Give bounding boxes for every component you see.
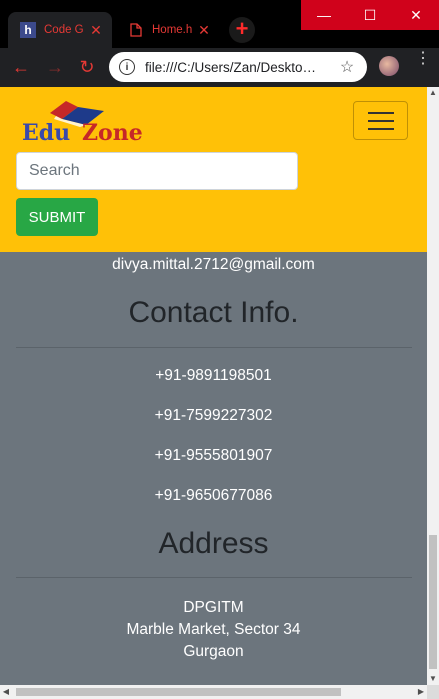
bookmark-star-icon[interactable]: ☆ xyxy=(337,57,357,77)
profile-avatar[interactable] xyxy=(379,56,399,76)
address-heading: Address xyxy=(158,527,269,560)
back-button[interactable]: ← xyxy=(10,56,32,78)
search-input[interactable] xyxy=(16,152,298,190)
site-navbar: Edu Zone SUBMIT xyxy=(0,87,427,252)
close-tab-icon[interactable]: ✕ xyxy=(88,22,104,39)
address-text[interactable]: file:///C:/Users/Zan/Deskto… xyxy=(145,60,337,75)
divider xyxy=(16,347,412,348)
tab-home[interactable]: Home.h ✕ xyxy=(116,12,220,48)
minimize-button[interactable]: — xyxy=(301,0,347,30)
browser-chrome: h Code G ✕ Home.h ✕ + — ☐ ✕ ← → ↻ i file… xyxy=(0,0,439,87)
close-tab-icon[interactable]: ✕ xyxy=(196,22,212,39)
close-window-button[interactable]: ✕ xyxy=(393,0,439,30)
tab-label: Home.h xyxy=(152,24,193,36)
phone-number: +91-9555801907 xyxy=(154,447,273,464)
scroll-right-arrow-icon[interactable]: ▶ xyxy=(415,685,427,699)
hamburger-line xyxy=(367,119,394,122)
edu-zone-logo[interactable]: Edu Zone xyxy=(20,99,155,146)
reload-button[interactable]: ↻ xyxy=(76,56,98,78)
browser-toolbar: ← → ↻ i file:///C:/Users/Zan/Deskto… ☆ xyxy=(0,48,439,87)
submit-button[interactable]: SUBMIT xyxy=(16,198,98,236)
new-tab-button[interactable]: + xyxy=(229,17,255,43)
tab-strip: h Code G ✕ Home.h ✕ + — ☐ ✕ xyxy=(0,0,439,48)
svg-text:Edu: Edu xyxy=(22,120,70,144)
maximize-button[interactable]: ☐ xyxy=(347,0,393,30)
browser-menu-icon[interactable]: ⋮ xyxy=(415,51,431,67)
scrollbar-corner xyxy=(427,685,439,699)
email-text: divya.mittal.2712@gmail.com xyxy=(112,256,315,273)
page-viewport: Edu Zone SUBMIT divya.mittal.2712@gmail.… xyxy=(0,87,427,685)
info-icon[interactable]: i xyxy=(119,59,135,75)
horizontal-scroll-thumb[interactable] xyxy=(16,688,341,696)
phone-number: +91-7599227302 xyxy=(154,407,273,424)
h-favicon-icon: h xyxy=(20,22,36,38)
svg-text:Zone: Zone xyxy=(82,120,143,144)
address-line: DPGITM xyxy=(183,599,244,616)
vertical-scrollbar[interactable]: ▲ ▼ xyxy=(427,87,439,685)
scroll-left-arrow-icon[interactable]: ◀ xyxy=(0,685,12,699)
phone-number: +91-9891198501 xyxy=(155,367,272,384)
address-line: Marble Market, Sector 34 xyxy=(126,621,301,638)
scroll-down-arrow-icon[interactable]: ▼ xyxy=(427,673,439,685)
phone-number: +91-9650677086 xyxy=(154,487,273,504)
forward-button[interactable]: → xyxy=(44,56,66,78)
hamburger-line xyxy=(367,111,394,114)
tab-label: Code G xyxy=(44,24,84,36)
page-icon xyxy=(128,22,144,38)
tab-code-g[interactable]: h Code G ✕ xyxy=(8,12,112,48)
address-line: Gurgaon xyxy=(183,643,244,660)
scroll-up-arrow-icon[interactable]: ▲ xyxy=(427,87,439,99)
address-bar[interactable]: i file:///C:/Users/Zan/Deskto… ☆ xyxy=(109,52,367,82)
vertical-scroll-thumb[interactable] xyxy=(429,535,437,669)
hamburger-line xyxy=(367,127,394,130)
horizontal-scrollbar[interactable]: ◀ ▶ xyxy=(0,685,427,699)
navbar-toggler-button[interactable] xyxy=(353,101,408,140)
divider xyxy=(16,577,412,578)
contact-info-heading: Contact Info. xyxy=(128,296,299,329)
address-block: DPGITM Marble Market, Sector 34 Gurgaon xyxy=(0,597,427,663)
window-controls: — ☐ ✕ xyxy=(301,0,439,30)
